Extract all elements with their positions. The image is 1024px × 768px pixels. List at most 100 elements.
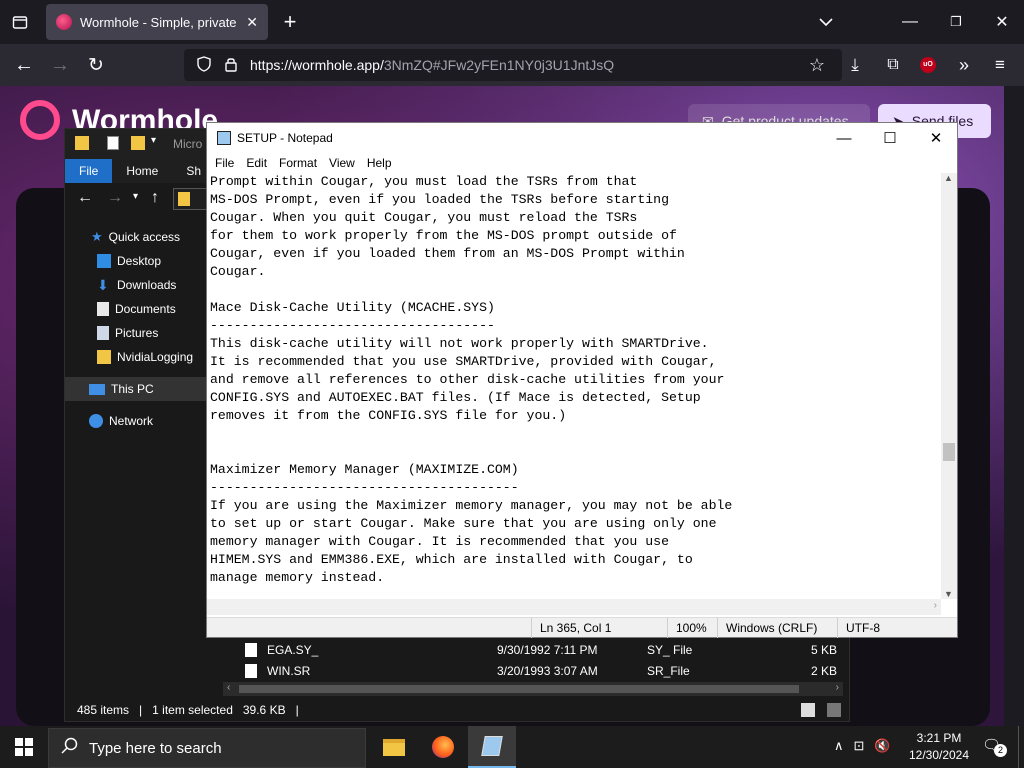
- scroll-down-icon[interactable]: ▼: [944, 589, 953, 599]
- explorer-path-field[interactable]: [173, 188, 207, 210]
- downloads-icon[interactable]: ⤓: [841, 51, 869, 79]
- clock-time: 3:21 PM: [916, 731, 962, 745]
- menu-view[interactable]: View: [323, 153, 361, 173]
- explorer-title: Micro: [173, 137, 203, 151]
- start-button[interactable]: [0, 726, 48, 768]
- network-icon: [89, 414, 103, 428]
- taskbar-file-explorer[interactable]: [370, 726, 418, 768]
- taskbar-notepad[interactable]: [468, 726, 516, 768]
- line-ending: Windows (CRLF): [717, 618, 837, 638]
- large-icons-view-icon[interactable]: [827, 703, 841, 717]
- nav-item-this-pc[interactable]: This PC: [65, 377, 215, 401]
- new-folder-icon[interactable]: [131, 136, 145, 150]
- scroll-thumb[interactable]: [239, 685, 799, 693]
- clock[interactable]: 3:21 PM 12/30/2024: [904, 730, 974, 764]
- bookmark-star-icon[interactable]: ☆: [803, 51, 831, 79]
- folder-icon: [97, 350, 111, 364]
- minimize-icon[interactable]: —: [896, 8, 924, 36]
- nav-item-label: Downloads: [117, 278, 177, 292]
- notepad-close-icon[interactable]: ✕: [913, 123, 959, 153]
- reload-icon[interactable]: ↻: [82, 51, 110, 79]
- window-close-icon[interactable]: ✕: [988, 8, 1016, 36]
- nav-item-label: Quick access: [108, 230, 181, 244]
- back-icon[interactable]: ←: [10, 51, 38, 79]
- encoding: UTF-8: [837, 618, 957, 638]
- folder-icon: [75, 136, 89, 150]
- details-view-icon[interactable]: [801, 703, 815, 717]
- tab-overview-icon[interactable]: [6, 8, 34, 36]
- notepad-horizontal-scrollbar[interactable]: ›: [207, 599, 941, 615]
- nav-item-downloads[interactable]: ⬇ Downloads: [65, 273, 215, 297]
- explorer-forward-icon[interactable]: →: [107, 189, 123, 207]
- notification-center-icon[interactable]: 🗨 2: [982, 736, 1007, 758]
- properties-icon[interactable]: [107, 136, 119, 150]
- file-list: EGA.SY_ 9/30/1992 7:11 PM SY_ File 5 KB …: [223, 639, 843, 681]
- notepad-minimize-icon[interactable]: —: [821, 123, 867, 153]
- explorer-back-icon[interactable]: ←: [77, 189, 93, 207]
- overflow-menu-icon[interactable]: »: [950, 51, 978, 79]
- file-date: 3/20/1993 3:07 AM: [497, 663, 598, 678]
- menu-edit[interactable]: Edit: [240, 153, 273, 173]
- lock-icon[interactable]: [224, 56, 238, 75]
- nav-item-nvidialogging[interactable]: NvidiaLogging: [65, 345, 215, 369]
- file-explorer-icon: [383, 738, 405, 756]
- cursor-position: Ln 365, Col 1: [531, 618, 667, 638]
- navigation-pane: ★ Quick access Desktop ⬇ Downloads Docum…: [65, 225, 215, 433]
- shield-icon[interactable]: [196, 55, 212, 75]
- taskbar-firefox[interactable]: [419, 726, 467, 768]
- ribbon-tab-file[interactable]: File: [65, 159, 113, 183]
- notepad-menu-bar: File Edit Format View Help: [207, 153, 957, 173]
- nav-item-network[interactable]: Network: [65, 409, 215, 433]
- wormhole-logo-icon: [20, 100, 60, 140]
- notepad-icon: [481, 736, 503, 756]
- extensions-puzzle-icon[interactable]: ⧉: [879, 51, 907, 79]
- browser-tab[interactable]: Wormhole - Simple, private file ✕: [46, 4, 268, 40]
- page-scrollbar[interactable]: [1004, 86, 1024, 726]
- file-row[interactable]: EGA.SY_ 9/30/1992 7:11 PM SY_ File 5 KB: [223, 639, 843, 660]
- url-bar[interactable]: https://wormhole.app/3NmZQ#JFw2yFEn1NY0j…: [184, 49, 842, 81]
- scroll-up-icon[interactable]: ▲: [944, 173, 953, 183]
- nav-item-quick-access[interactable]: ★ Quick access: [65, 225, 215, 249]
- nav-item-label: Documents: [115, 302, 176, 316]
- notepad-title-bar[interactable]: SETUP - Notepad — ☐ ✕: [207, 123, 957, 153]
- ublock-icon[interactable]: uO: [914, 51, 942, 79]
- new-tab-icon[interactable]: +: [276, 8, 304, 36]
- taskbar-search-box[interactable]: Type here to search: [48, 728, 366, 768]
- nav-item-pictures[interactable]: Pictures: [65, 321, 215, 345]
- selected-count: 1 item selected: [152, 703, 233, 717]
- file-list-scrollbar[interactable]: ‹ ›: [223, 682, 843, 696]
- notepad-text-area[interactable]: Prompt within Cougar, you must load the …: [209, 173, 941, 599]
- qat-dropdown-icon[interactable]: ▾: [151, 135, 156, 146]
- file-size: 5 KB: [810, 642, 837, 657]
- notepad-maximize-icon[interactable]: ☐: [867, 123, 913, 153]
- forward-icon[interactable]: →: [46, 51, 74, 79]
- up-icon[interactable]: ↑: [151, 189, 159, 207]
- scroll-left-icon[interactable]: ‹: [227, 682, 230, 693]
- status-separator: |: [295, 703, 299, 717]
- wormhole-favicon-icon: [56, 14, 72, 30]
- nav-item-documents[interactable]: Documents: [65, 297, 215, 321]
- scroll-thumb[interactable]: [943, 443, 955, 461]
- nav-item-desktop[interactable]: Desktop: [65, 249, 215, 273]
- file-type: SY_ File: [647, 642, 693, 657]
- volume-muted-icon[interactable]: 🔇: [874, 738, 890, 754]
- menu-format[interactable]: Format: [273, 153, 323, 173]
- menu-help[interactable]: Help: [361, 153, 398, 173]
- desktop-icon: [97, 254, 111, 268]
- network-status-icon[interactable]: ⊡: [854, 738, 865, 754]
- ribbon-tab-home[interactable]: Home: [112, 159, 172, 183]
- scroll-right-icon[interactable]: ›: [934, 600, 937, 611]
- taskbar: Type here to search ∧ ⊡ 🔇 3:21 PM 12/30/…: [0, 726, 1024, 768]
- hamburger-menu-icon[interactable]: ≡: [986, 51, 1014, 79]
- tray-chevron-icon[interactable]: ∧: [834, 738, 844, 754]
- tab-close-icon[interactable]: ✕: [246, 14, 258, 31]
- restore-icon[interactable]: ❐: [942, 8, 970, 36]
- show-desktop-button[interactable]: [1018, 726, 1024, 768]
- notepad-vertical-scrollbar[interactable]: ▲ ▼: [941, 173, 957, 599]
- file-row[interactable]: WIN.SR 3/20/1993 3:07 AM SR_File 2 KB: [223, 660, 843, 681]
- menu-file[interactable]: File: [209, 153, 240, 173]
- list-tabs-chevron-icon[interactable]: [812, 8, 840, 36]
- url-path: 3NmZQ#JFw2yFEn1NY0j3U1JntJsQ: [383, 57, 615, 73]
- scroll-right-icon[interactable]: ›: [836, 682, 839, 693]
- recent-locations-icon[interactable]: ▾: [133, 191, 138, 202]
